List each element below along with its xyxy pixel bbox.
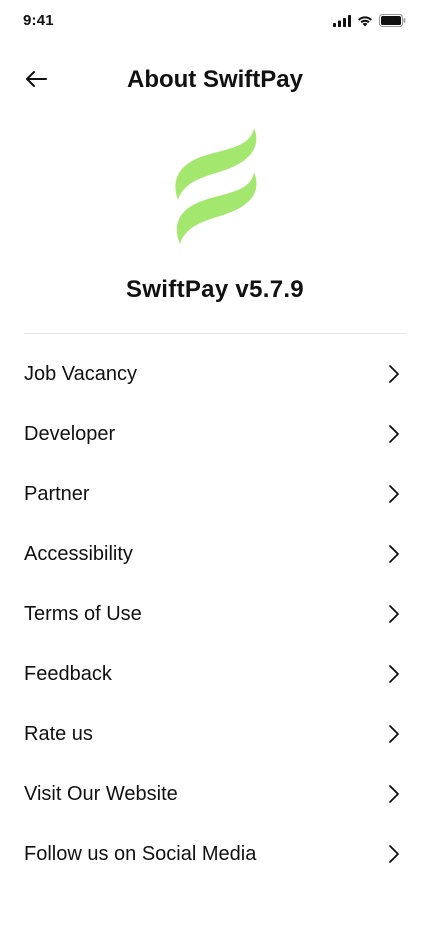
chevron-right-icon (386, 724, 402, 744)
battery-icon (379, 14, 406, 32)
header: About SwiftPay (0, 56, 430, 106)
menu-item-label: Accessibility (24, 542, 133, 565)
status-icons (333, 14, 406, 32)
status-bar: 9:41 (0, 0, 430, 44)
menu-item-label: Follow us on Social Media (24, 842, 257, 865)
swiftpay-logo-icon (170, 126, 260, 250)
menu-item-visit-website[interactable]: Visit Our Website (0, 764, 430, 824)
chevron-right-icon (386, 364, 402, 384)
chevron-right-icon (386, 544, 402, 564)
menu-item-label: Feedback (24, 662, 112, 685)
cellular-signal-icon (333, 14, 351, 32)
menu-item-terms-of-use[interactable]: Terms of Use (0, 584, 430, 644)
divider (24, 333, 406, 334)
menu-item-social-media[interactable]: Follow us on Social Media (0, 824, 430, 884)
menu-item-developer[interactable]: Developer (0, 404, 430, 464)
page-title: About SwiftPay (126, 66, 303, 93)
menu-item-label: Partner (24, 482, 90, 505)
status-time: 9:41 (23, 12, 54, 29)
menu-item-accessibility[interactable]: Accessibility (0, 524, 430, 584)
chevron-right-icon (386, 784, 402, 804)
chevron-right-icon (386, 844, 402, 864)
menu-item-label: Terms of Use (24, 602, 142, 625)
menu-item-rate-us[interactable]: Rate us (0, 704, 430, 764)
chevron-right-icon (386, 484, 402, 504)
wifi-icon (357, 14, 373, 32)
menu-item-label: Rate us (24, 722, 93, 745)
menu-item-label: Developer (24, 422, 116, 445)
chevron-right-icon (386, 664, 402, 684)
app-version: SwiftPay v5.7.9 (126, 276, 304, 303)
chevron-right-icon (386, 604, 402, 624)
menu-item-partner[interactable]: Partner (0, 464, 430, 524)
about-menu-list: Job Vacancy Developer Partner Accessibil… (0, 344, 430, 884)
menu-item-job-vacancy[interactable]: Job Vacancy (0, 344, 430, 404)
menu-item-feedback[interactable]: Feedback (0, 644, 430, 704)
menu-item-label: Visit Our Website (24, 782, 178, 805)
menu-item-label: Job Vacancy (24, 362, 138, 385)
chevron-right-icon (386, 424, 402, 444)
